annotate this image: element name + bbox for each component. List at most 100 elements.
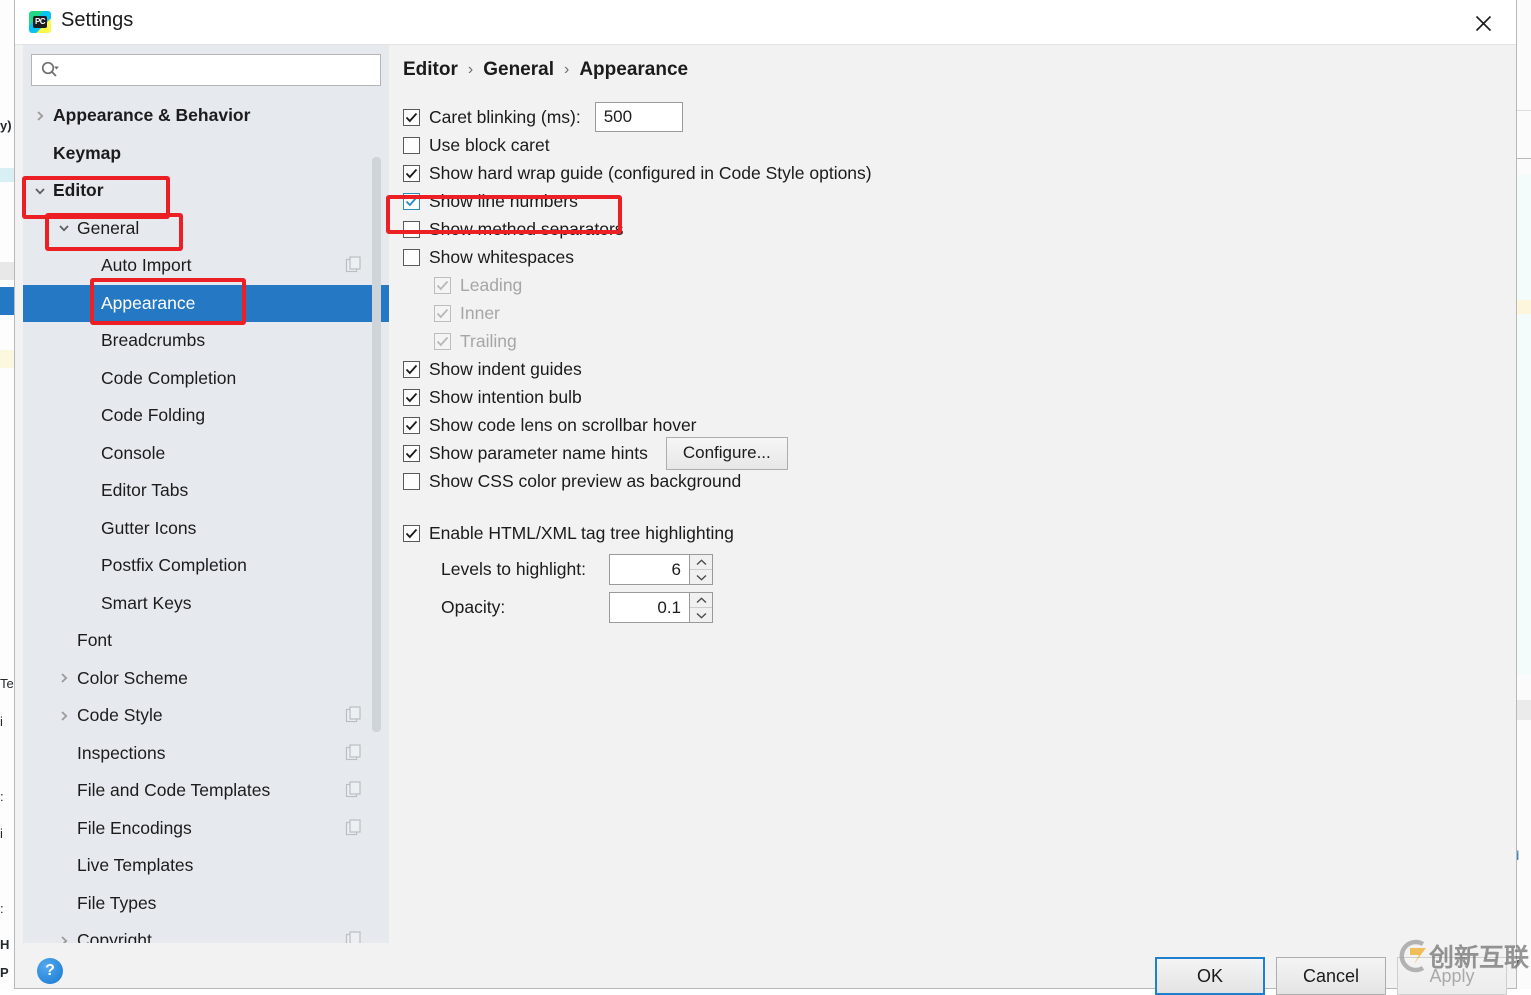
option-show-line-numbers[interactable]: Show line numbers [403,187,1506,215]
show-hard-wrap-guide-configured-in-code-style-options-checkbox[interactable] [403,164,420,182]
stepper-up-icon[interactable] [690,555,712,570]
sidebar-item-appearance[interactable]: Appearance [23,284,389,322]
stepper-up-icon[interactable] [690,593,712,608]
show-line-numbers-checkbox[interactable] [403,192,420,210]
sidebar-item-label: Smart Keys [101,592,192,613]
sidebar-item-general[interactable]: General [23,210,389,248]
sidebar-item-breadcrumbs[interactable]: Breadcrumbs [23,322,389,360]
caret-blinking-input[interactable] [594,102,683,132]
search-input[interactable] [62,62,380,78]
show-method-separators-label: Show method separators [429,218,624,239]
show-whitespaces-checkbox[interactable] [403,248,420,266]
show-intention-bulb-label: Show intention bulb [429,386,582,407]
parameter-hints-label: Show parameter name hints [429,442,648,463]
sidebar-item-label: Live Templates [77,855,194,876]
sidebar-item-label: Code Style [77,705,163,726]
option-css-color-preview[interactable]: Show CSS color preview as background [403,467,1506,495]
settings-tree[interactable]: Appearance & Behavior Keymap Editor General… [23,97,389,945]
option-show-indent-guides[interactable]: Show indent guides [403,355,1506,383]
sidebar-item-code-style[interactable]: Code Style [23,697,389,735]
chevron-right-icon[interactable] [55,669,73,687]
show-method-separators-checkbox[interactable] [403,220,420,238]
breadcrumb-item[interactable]: General [483,59,554,81]
sidebar-item-label: Console [101,442,166,463]
chevron-right-icon[interactable] [31,107,49,125]
sidebar-item-file-types[interactable]: File Types [23,885,389,923]
option-trailing: Trailing [434,327,1506,355]
ok-button[interactable]: OK [1155,957,1265,995]
chevron-right-icon[interactable] [55,707,73,725]
opacity-stepper[interactable] [609,592,713,623]
show-indent-guides-checkbox[interactable] [403,360,420,378]
sidebar-item-inspections[interactable]: Inspections [23,735,389,773]
sidebar-item-code-folding[interactable]: Code Folding [23,397,389,435]
parameter-hints-checkbox[interactable] [403,444,420,462]
sidebar-item-console[interactable]: Console [23,435,389,473]
inner-checkbox [434,304,451,322]
use-block-caret-checkbox[interactable] [403,136,420,154]
help-icon[interactable]: ? [37,958,63,984]
sidebar-item-editor-tabs[interactable]: Editor Tabs [23,472,389,510]
show-intention-bulb-checkbox[interactable] [403,388,420,406]
sidebar-item-gutter-icons[interactable]: Gutter Icons [23,510,389,548]
copy-icon[interactable] [345,743,363,762]
sidebar-scrollbar-thumb[interactable] [372,157,381,732]
sidebar-item-keymap[interactable]: Keymap [23,135,389,173]
trailing-label: Trailing [460,330,517,351]
apply-button[interactable]: Apply [1397,957,1507,995]
sidebar-item-appearance-behavior[interactable]: Appearance & Behavior [23,97,389,135]
sidebar-item-color-scheme[interactable]: Color Scheme [23,660,389,698]
option-use-block-caret[interactable]: Use block caret [403,131,1506,159]
caret-blinking-label: Caret blinking (ms): [429,106,581,127]
breadcrumb-item[interactable]: Editor [403,59,458,81]
sidebar-item-copyright[interactable]: Copyright [23,922,389,945]
sidebar-item-live-templates[interactable]: Live Templates [23,847,389,885]
configure-button[interactable]: Configure... [665,436,788,470]
search-icon [40,59,62,81]
sidebar-item-smart-keys[interactable]: Smart Keys [23,585,389,623]
sidebar-item-file-and-code-templates[interactable]: File and Code Templates [23,772,389,810]
opacity-input[interactable] [609,592,689,623]
option-show-code-lens-on-scrollbar-hover[interactable]: Show code lens on scrollbar hover [403,411,1506,439]
sidebar-item-font[interactable]: Font [23,622,389,660]
option-show-whitespaces[interactable]: Show whitespaces [403,243,1506,271]
option-parameter-name-hints[interactable]: Show parameter name hints Configure... [403,436,1506,470]
copy-icon[interactable] [345,706,363,724]
sidebar-item-label: Appearance [101,292,196,313]
sidebar-item-label: Breadcrumbs [101,330,206,351]
levels-to-highlight-input[interactable] [609,554,689,585]
copy-icon[interactable] [345,256,363,274]
caret-blinking-checkbox[interactable] [403,108,420,126]
stepper-arrows[interactable] [689,592,713,623]
breadcrumb-item[interactable]: Appearance [579,59,688,81]
chevron-down-icon[interactable] [31,182,49,200]
tag-tree-checkbox[interactable] [403,524,420,542]
sidebar-item-editor[interactable]: Editor [23,172,389,210]
option-show-method-separators[interactable]: Show method separators [403,215,1506,243]
sidebar-item-label: Inspections [77,742,166,763]
option-show-hard-wrap-guide-configured-in-code-style-options[interactable]: Show hard wrap guide (configured in Code… [403,159,1506,187]
close-icon[interactable] [1460,6,1506,40]
option-tag-tree-highlighting[interactable]: Enable HTML/XML tag tree highlighting [403,519,1506,547]
background-text-fragment: Te [0,676,14,691]
copy-icon[interactable] [345,818,363,837]
sidebar-item-code-completion[interactable]: Code Completion [23,360,389,398]
options-list: Caret blinking (ms): Use block caret Show… [403,102,1506,624]
css-preview-checkbox[interactable] [403,472,420,490]
levels-to-highlight-stepper[interactable] [609,554,713,585]
sidebar-item-file-encodings[interactable]: File Encodings [23,810,389,848]
copy-icon[interactable] [345,781,363,799]
show-code-lens-on-scrollbar-hover-checkbox[interactable] [403,416,420,434]
search-box[interactable] [31,54,381,86]
sidebar-scrollbar-track[interactable] [372,97,385,945]
stepper-arrows[interactable] [689,554,713,585]
option-show-intention-bulb[interactable]: Show intention bulb [403,383,1506,411]
sidebar-item-auto-import[interactable]: Auto Import [23,247,389,285]
cancel-button[interactable]: Cancel [1276,957,1386,995]
stepper-down-icon[interactable] [690,608,712,622]
option-caret-blinking[interactable]: Caret blinking (ms): [403,102,1506,132]
sidebar-item-postfix-completion[interactable]: Postfix Completion [23,547,389,585]
stepper-down-icon[interactable] [690,570,712,584]
chevron-down-icon[interactable] [55,219,73,237]
levels-to-highlight-row: Levels to highlight: [441,553,1506,586]
